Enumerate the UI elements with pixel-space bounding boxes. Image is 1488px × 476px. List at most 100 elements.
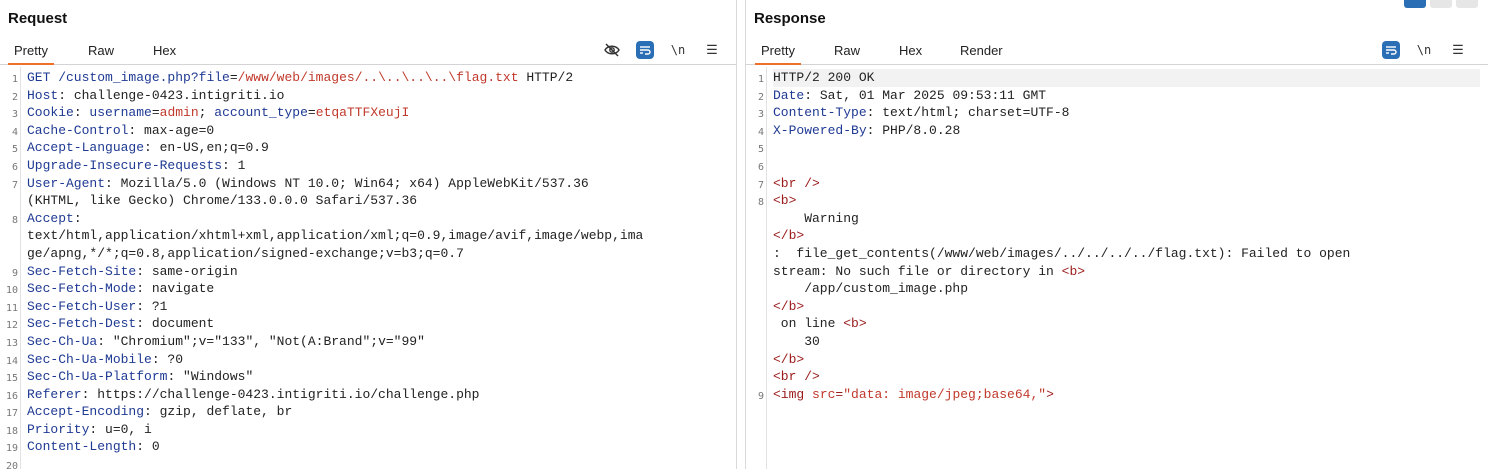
code-token: text/html,application/xhtml+xml,applicat… xyxy=(27,228,644,244)
tab-response-pretty[interactable]: Pretty xyxy=(755,43,801,65)
line-number: 6 xyxy=(757,161,764,173)
code-token: : Mozilla/5.0 (Windows NT 10.0; Win64; x… xyxy=(105,175,589,191)
code-token: ; xyxy=(198,105,215,121)
request-code-line[interactable]: 19 Content-Length: 0 xyxy=(6,438,728,456)
response-code-line[interactable]: 4 X-Powered-By: PHP/8.0.28 xyxy=(758,122,1480,140)
request-code-line[interactable]: 20 xyxy=(6,456,728,474)
response-tabs: Pretty Raw Hex Render \n ☰ xyxy=(746,38,1488,65)
response-code-line[interactable]: 3 Content-Type: text/html; charset=UTF-8 xyxy=(758,104,1480,122)
code-token: /app/custom_image.php xyxy=(773,281,969,297)
header-name: Referer xyxy=(27,386,82,402)
pane-splitter[interactable] xyxy=(736,0,746,469)
code-token: admin xyxy=(159,105,199,121)
code-token: > xyxy=(1046,386,1054,402)
request-code-line[interactable]: 15 Sec-Ch-Ua-Platform: "Windows" xyxy=(6,368,728,386)
code-token: : max-age=0 xyxy=(128,122,215,138)
tab-response-raw[interactable]: Raw xyxy=(834,43,860,58)
response-code-line[interactable]: 6 xyxy=(758,157,1480,175)
request-code-line[interactable]: 13 Sec-Ch-Ua: "Chromium";v="133", "Not(A:… xyxy=(6,333,728,351)
code-token: : document xyxy=(136,316,215,332)
request-code-line[interactable]: 5 Accept-Language: en-US,en;q=0.9 xyxy=(12,139,728,157)
response-code[interactable]: 1 HTTP/2 200 OK 2 Date: Sat, 01 Mar 2025 09… xyxy=(758,69,1480,404)
response-code-line[interactable]: : file_get_contents(/www/web/images/../.… xyxy=(773,245,1480,263)
header-name: Accept-Encoding xyxy=(27,404,145,420)
line-number: 4 xyxy=(757,126,764,138)
header-name: Accept-Language xyxy=(27,140,145,156)
code-token: src xyxy=(812,386,836,402)
line-number: 14 xyxy=(5,355,18,367)
line-number: 9 xyxy=(11,267,18,279)
request-code-line[interactable]: 8 Accept: xyxy=(12,210,728,228)
header-name: Accept xyxy=(27,210,74,226)
response-code-line[interactable]: on line <b> xyxy=(773,315,1480,333)
response-code-line[interactable]: 5 xyxy=(758,139,1480,157)
request-code-line[interactable]: 10 Sec-Fetch-Mode: navigate xyxy=(6,280,728,298)
response-code-line[interactable]: 30 xyxy=(773,333,1480,351)
response-code-line[interactable]: </b> xyxy=(773,227,1480,245)
request-code[interactable]: 1 GET /custom_image.php?file=/www/web/ima… xyxy=(6,69,728,474)
code-token: : PHP/8.0.28 xyxy=(866,122,961,138)
wrap-icon[interactable] xyxy=(1382,41,1400,59)
tab-response-hex[interactable]: Hex xyxy=(899,43,922,58)
code-token: etqaTTFXeujI xyxy=(315,105,410,121)
request-code-line[interactable]: 16 Referer: https://challenge-0423.intigr… xyxy=(6,386,728,404)
wrap-icon[interactable] xyxy=(636,41,654,59)
code-token: </b> xyxy=(773,351,805,367)
request-code-line[interactable]: 12 Sec-Fetch-Dest: document xyxy=(6,315,728,333)
request-code-line[interactable]: 11 Sec-Fetch-User: ?1 xyxy=(6,298,728,316)
response-code-line[interactable]: Warning xyxy=(773,210,1480,228)
response-code-line[interactable]: 2 Date: Sat, 01 Mar 2025 09:53:11 GMT xyxy=(758,87,1480,105)
tab-request-pretty[interactable]: Pretty xyxy=(8,43,54,65)
request-code-line[interactable]: 9 Sec-Fetch-Site: same-origin xyxy=(12,263,728,281)
header-name: Upgrade-Insecure-Requests xyxy=(27,157,223,173)
request-code-line[interactable]: 6 Upgrade-Insecure-Requests: 1 xyxy=(12,157,728,175)
layout-side-by-side-button[interactable] xyxy=(1404,0,1426,8)
response-editor[interactable]: 1 HTTP/2 200 OK 2 Date: Sat, 01 Mar 2025 09… xyxy=(746,67,1488,469)
code-token: : ?0 xyxy=(151,351,184,367)
tab-request-raw[interactable]: Raw xyxy=(88,43,114,58)
request-code-line[interactable]: 17 Accept-Encoding: gzip, deflate, br xyxy=(6,403,728,421)
newline-icon[interactable]: \n xyxy=(668,40,688,60)
request-code-line[interactable]: 7 User-Agent: Mozilla/5.0 (Windows NT 10.… xyxy=(12,175,728,193)
menu-icon[interactable]: ☰ xyxy=(702,40,722,60)
line-number: 8 xyxy=(11,214,18,226)
response-code-line[interactable]: stream: No such file or directory in <b> xyxy=(773,263,1480,281)
code-token: = xyxy=(307,105,316,121)
response-code-line[interactable]: </b> xyxy=(773,298,1480,316)
menu-icon[interactable]: ☰ xyxy=(1448,40,1468,60)
code-token: : gzip, deflate, br xyxy=(144,404,293,420)
request-code-line[interactable]: 3 Cookie: username=admin; account_type=et… xyxy=(12,104,728,122)
line-number: 8 xyxy=(757,197,764,209)
request-code-line[interactable]: 18 Priority: u=0, i xyxy=(6,421,728,439)
header-name: Content-Length xyxy=(27,439,137,455)
request-title: Request xyxy=(8,10,68,27)
request-pane: Request Pretty Raw Hex \n ☰ 1 GET /custom… xyxy=(0,0,736,472)
layout-tabs-button[interactable] xyxy=(1456,0,1478,8)
code-token: username xyxy=(89,105,152,121)
response-code-line[interactable]: /app/custom_image.php xyxy=(773,280,1480,298)
response-code-line[interactable]: 8 <b> xyxy=(758,192,1480,210)
response-pane: Response Pretty Raw Hex Render \n ☰ 1 HTT… xyxy=(746,0,1488,469)
tab-response-render[interactable]: Render xyxy=(960,43,1003,58)
code-token: <br /> xyxy=(773,369,820,385)
newline-icon[interactable]: \n xyxy=(1414,40,1434,60)
tab-request-hex[interactable]: Hex xyxy=(153,43,176,58)
line-number: 7 xyxy=(757,179,764,191)
request-code-line[interactable]: text/html,application/xhtml+xml,applicat… xyxy=(27,227,728,245)
eye-slash-icon[interactable] xyxy=(602,40,622,60)
response-code-line[interactable]: </b> xyxy=(773,351,1480,369)
response-code-line[interactable]: 9 <img src="data: image/jpeg;base64,"> xyxy=(758,386,1480,404)
request-code-line[interactable]: (KHTML, like Gecko) Chrome/133.0.0.0 Saf… xyxy=(27,192,728,210)
layout-vertical-button[interactable] xyxy=(1430,0,1452,8)
line-number: 1 xyxy=(11,74,18,85)
request-code-line[interactable]: ge/apng,*/*;q=0.8,application/signed-exc… xyxy=(27,245,728,263)
request-code-line[interactable]: 4 Cache-Control: max-age=0 xyxy=(12,122,728,140)
response-code-line[interactable]: 7 <br /> xyxy=(758,175,1480,193)
request-editor[interactable]: 1 GET /custom_image.php?file=/www/web/ima… xyxy=(0,67,736,472)
request-code-line[interactable]: 14 Sec-Ch-Ua-Mobile: ?0 xyxy=(6,351,728,369)
code-token: : en-US,en;q=0.9 xyxy=(144,140,269,156)
request-code-line[interactable]: 1 GET /custom_image.php?file=/www/web/ima… xyxy=(12,69,728,87)
response-code-line[interactable]: 1 HTTP/2 200 OK xyxy=(758,69,1480,87)
request-code-line[interactable]: 2 Host: challenge-0423.intigriti.io xyxy=(12,87,728,105)
response-code-line[interactable]: <br /> xyxy=(773,368,1480,386)
